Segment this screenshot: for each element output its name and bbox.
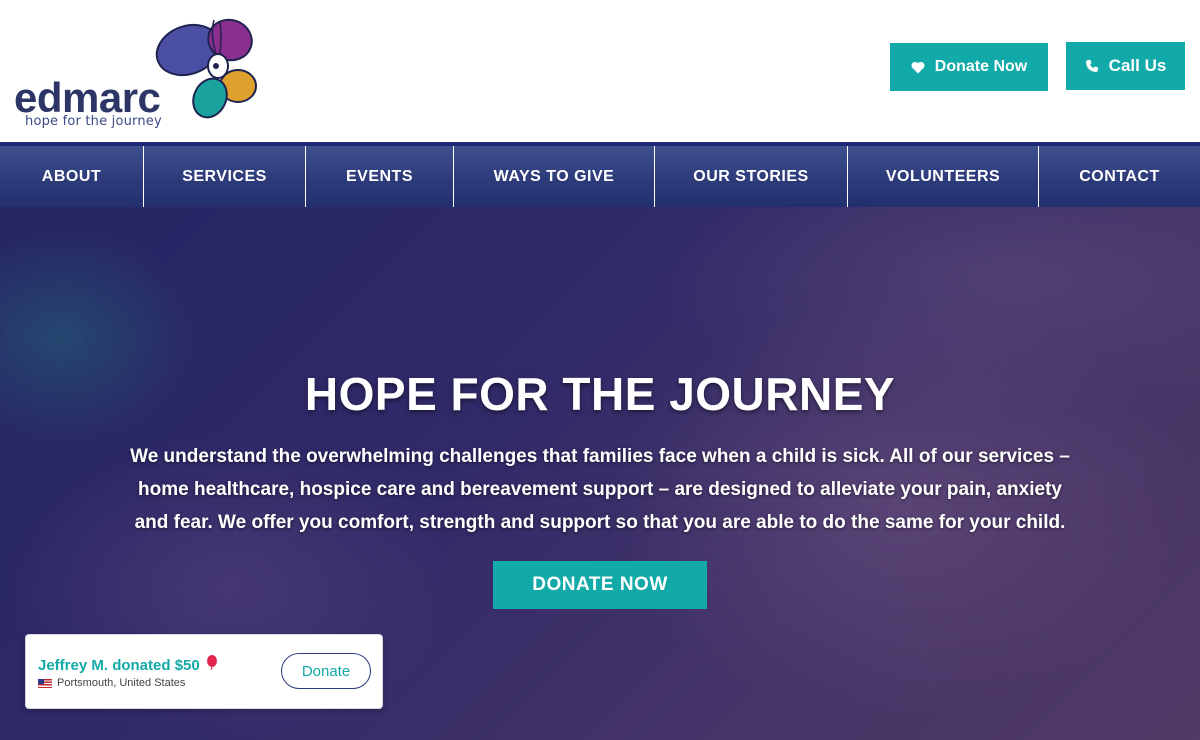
donation-location: Portsmouth, United States [38,677,185,689]
edmarc-logo[interactable]: edmarc hope for the journey [14,14,264,132]
hero-donate-button[interactable]: DONATE NOW [493,561,707,609]
donate-now-label: Donate Now [934,58,1028,75]
donation-location-text: Portsmouth, United States [57,677,186,689]
butterfly-logo-icon [155,18,257,119]
donation-message: Jeffrey M. donated $50 [38,655,218,674]
nav-item-about[interactable]: ABOUT [0,146,144,207]
heart-icon [911,61,925,73]
nav-item-ways-to-give[interactable]: WAYS TO GIVE [454,146,655,207]
hero-title: HOPE FOR THE JOURNEY [304,368,896,420]
call-us-button[interactable]: Call Us [1066,42,1185,90]
balloon-icon [206,655,217,671]
nav-item-volunteers[interactable]: VOLUNTEERS [848,146,1039,207]
site-header: edmarc hope for the journey Donate Now C… [0,0,1200,142]
phone-icon [1085,60,1098,72]
nav-item-our-stories[interactable]: OUR STORIES [655,146,848,207]
nav-item-events[interactable]: EVENTS [306,146,454,207]
nav-item-services[interactable]: SERVICES [144,146,306,207]
us-flag-icon [38,678,52,688]
logo-tagline: hope for the journey [25,114,162,129]
call-us-label: Call Us [1108,56,1167,75]
toast-donate-button[interactable]: Donate [281,653,371,689]
main-nav: ABOUT SERVICES EVENTS WAYS TO GIVE OUR S… [0,142,1200,207]
donation-message-text: Jeffrey M. donated $50 [38,657,200,674]
donate-now-button[interactable]: Donate Now [890,43,1048,91]
donation-notification: Jeffrey M. donated $50 Portsmouth, Unite… [25,634,383,709]
nav-item-contact[interactable]: CONTACT [1039,146,1200,207]
hero-description: We understand the overwhelming challenge… [130,446,1070,533]
